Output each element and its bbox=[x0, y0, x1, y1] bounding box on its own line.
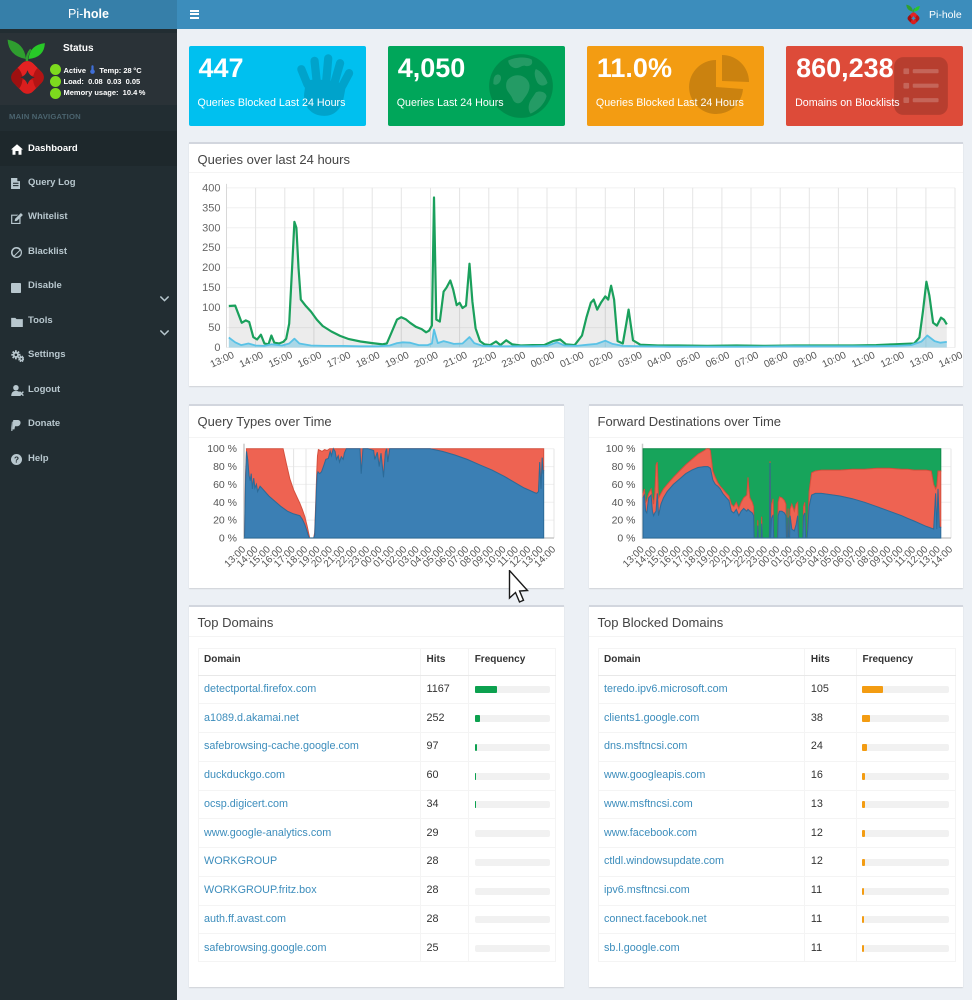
svg-text:?: ? bbox=[13, 455, 18, 464]
